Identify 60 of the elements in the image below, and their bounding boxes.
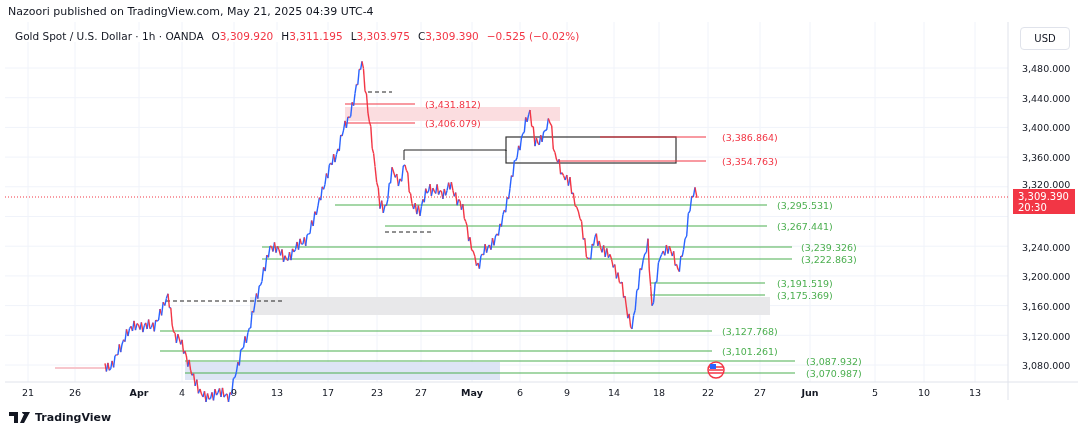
brand-name: TradingView bbox=[35, 411, 112, 424]
level-label: (3,354.763) bbox=[722, 156, 778, 167]
time-tick: 13 bbox=[968, 387, 982, 398]
level-line bbox=[54, 367, 111, 369]
time-tick: 9 bbox=[231, 387, 237, 398]
level-label: (3,070.987) bbox=[806, 368, 862, 379]
level-label: (3,239.326) bbox=[801, 242, 857, 253]
price-tick: 3,200.000 bbox=[1022, 271, 1071, 283]
level-label: (3,267.441) bbox=[777, 221, 833, 232]
time-tick: 21 bbox=[21, 387, 35, 398]
dashed-line bbox=[384, 231, 433, 233]
level-label: (3,386.864) bbox=[722, 132, 778, 143]
time-tick: 26 bbox=[68, 387, 82, 398]
ohlc-value: H3,311.195 bbox=[281, 30, 343, 42]
time-tick: 27 bbox=[414, 387, 428, 398]
price-tick: 3,440.000 bbox=[1022, 92, 1071, 104]
time-tick: 27 bbox=[753, 387, 767, 398]
level-label: (3,175.369) bbox=[777, 290, 833, 301]
price-tick: 3,480.000 bbox=[1022, 63, 1071, 74]
price-tick: 3,120.000 bbox=[1022, 330, 1071, 342]
price-tick: 3,360.000 bbox=[1022, 152, 1071, 164]
price-tick: 3,320.000 bbox=[1022, 179, 1071, 190]
level-label: (3,191.519) bbox=[777, 278, 833, 289]
level-label: (3,222.863) bbox=[801, 254, 857, 265]
time-tick: 6 bbox=[517, 387, 523, 398]
level-label: (3,127.768) bbox=[722, 326, 778, 337]
dashed-line bbox=[367, 91, 393, 93]
level-label: (3,406.079) bbox=[425, 118, 481, 129]
time-tick: May bbox=[461, 387, 483, 398]
flag-icon bbox=[707, 361, 725, 379]
ohlc-value: C3,309.390 bbox=[418, 30, 479, 42]
tradingview-logo-icon bbox=[9, 412, 31, 423]
level-label: (3,295.531) bbox=[777, 200, 833, 211]
price-tick: 3,400.000 bbox=[1022, 122, 1071, 134]
price-badge: 3,309.390 20:30 bbox=[1013, 189, 1075, 214]
time-tick: 18 bbox=[652, 387, 666, 398]
publish-info: Nazoori published on TradingView.com, May 21, 2025 04:39 UTC-4 bbox=[7, 4, 375, 20]
time-tick: 4 bbox=[179, 387, 185, 398]
currency-button[interactable]: USD bbox=[1020, 27, 1070, 50]
price-tick: 3,240.000 bbox=[1022, 241, 1071, 253]
time-tick: Jun bbox=[801, 387, 819, 398]
time-tick: 22 bbox=[701, 387, 715, 398]
time-tick: 17 bbox=[321, 387, 335, 398]
price-change: −0.525 (−0.02%) bbox=[486, 30, 580, 42]
time-tick: 23 bbox=[370, 387, 384, 398]
time-tick: 10 bbox=[917, 387, 931, 398]
time-tick: 14 bbox=[607, 387, 621, 398]
time-tick: 13 bbox=[270, 387, 284, 398]
ohlc-value: L3,303.975 bbox=[350, 30, 410, 42]
time-tick: 9 bbox=[564, 387, 570, 398]
price-tick: 3,160.000 bbox=[1022, 300, 1071, 312]
level-line bbox=[344, 103, 416, 105]
symbol-title: Gold Spot / U.S. Dollar · 1h · OANDA bbox=[15, 30, 204, 42]
time-tick: 5 bbox=[872, 387, 878, 398]
level-label: (3,087.932) bbox=[806, 356, 862, 367]
time-tick: Apr bbox=[129, 387, 149, 398]
level-label: (3,431.812) bbox=[425, 99, 481, 110]
ohlc-value: O3,309.920 bbox=[211, 30, 274, 42]
price-tick: 3,080.000 bbox=[1022, 360, 1071, 372]
level-label: (3,101.261) bbox=[722, 346, 778, 357]
